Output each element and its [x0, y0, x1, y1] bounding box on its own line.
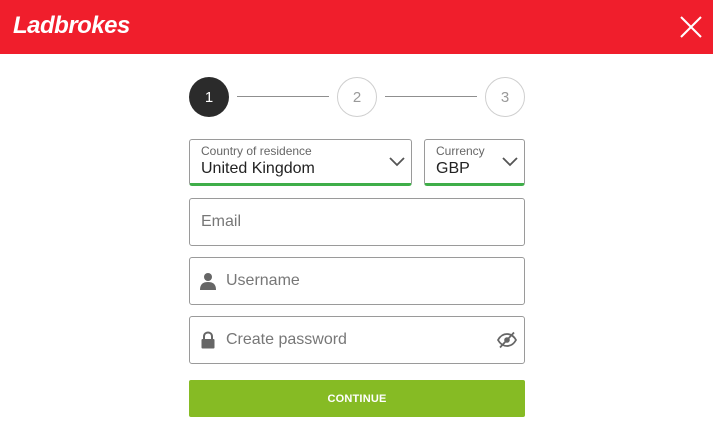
header-bar: Ladbrokes — [0, 0, 713, 54]
registration-stepper: 1 2 3 — [189, 77, 525, 117]
step-1-indicator: 1 — [189, 77, 229, 117]
lock-icon — [201, 331, 215, 349]
username-input[interactable] — [226, 258, 516, 304]
currency-select[interactable]: Currency GBP — [424, 139, 525, 186]
continue-button[interactable]: CONTINUE — [189, 380, 525, 417]
step-connector — [237, 96, 329, 97]
currency-label: Currency — [436, 144, 485, 158]
country-value: United Kingdom — [201, 160, 315, 177]
ladbrokes-logo[interactable]: Ladbrokes — [13, 12, 130, 40]
step-3-indicator: 3 — [485, 77, 525, 117]
email-input[interactable] — [201, 199, 513, 245]
country-label: Country of residence — [201, 144, 312, 158]
email-field-container — [189, 198, 525, 246]
close-icon — [680, 16, 702, 38]
close-button[interactable] — [676, 12, 706, 42]
step-2-indicator: 2 — [337, 77, 377, 117]
password-field-container — [189, 316, 525, 364]
chevron-down-icon — [389, 157, 405, 167]
password-input[interactable] — [226, 317, 488, 363]
country-select[interactable]: Country of residence United Kingdom — [189, 139, 412, 186]
eye-off-icon[interactable] — [497, 331, 517, 349]
chevron-down-icon — [502, 157, 518, 167]
user-icon — [200, 273, 216, 290]
username-field-container — [189, 257, 525, 305]
currency-value: GBP — [436, 160, 470, 177]
step-connector — [385, 96, 477, 97]
